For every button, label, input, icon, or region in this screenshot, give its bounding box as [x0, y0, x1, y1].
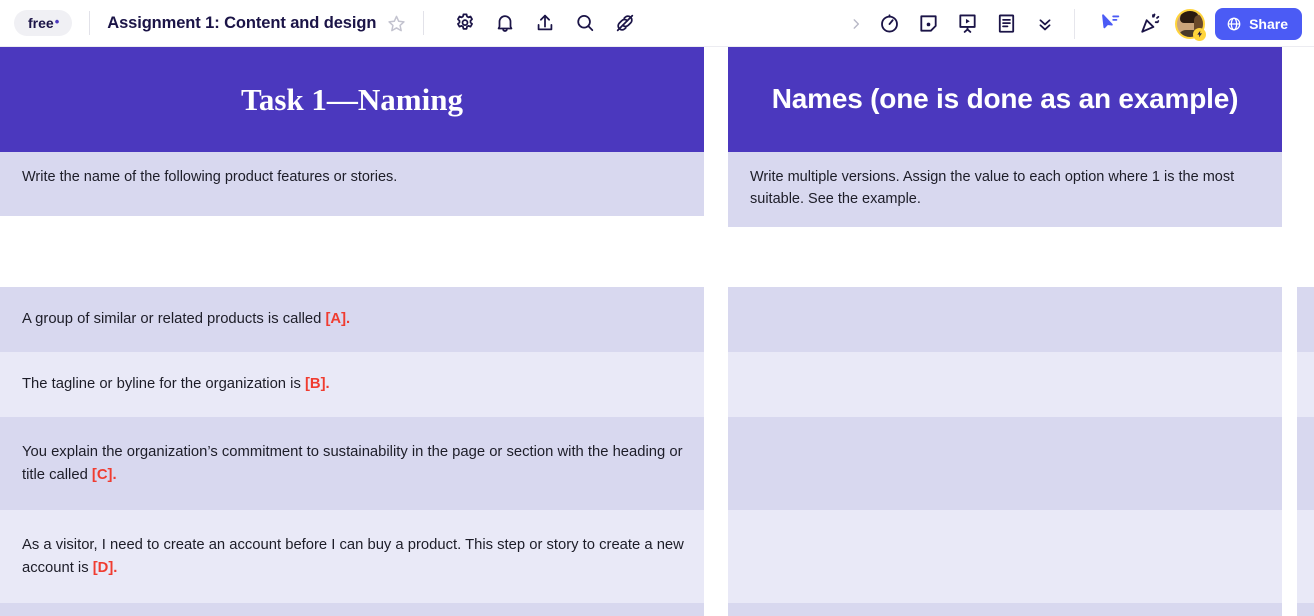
party-popper-icon[interactable] — [1133, 7, 1167, 41]
table-row[interactable] — [1297, 603, 1314, 616]
chevron-right-icon[interactable] — [845, 17, 867, 31]
table-row[interactable] — [728, 510, 1282, 603]
table-row[interactable]: As a visitor, I need to create an accoun… — [0, 510, 704, 603]
row-text-body: You explain the organization’s commitmen… — [22, 444, 683, 483]
names-column-rows: Wishlist (2), Basket (4), Shop later (3)… — [728, 287, 1282, 616]
table-row[interactable] — [1297, 510, 1314, 603]
chevron-double-down-icon[interactable] — [1028, 7, 1062, 41]
share-button-label: Share — [1249, 15, 1288, 32]
share-button[interactable]: Share — [1215, 7, 1302, 40]
task-column-header[interactable]: Task 1—Naming — [0, 47, 704, 152]
task-column-rows: A group of similar or related products i… — [0, 287, 704, 616]
toolbar-icon-group — [448, 6, 642, 40]
names-column-header-title: Names (one is done as an example) — [771, 83, 1239, 115]
upload-icon[interactable] — [528, 6, 562, 40]
plan-badge-label: free — [28, 15, 54, 31]
table-row[interactable]: The tagline or byline for the organizati… — [0, 352, 704, 417]
sticker-icon[interactable] — [911, 7, 945, 41]
table-row[interactable]: You explain the organization’s commitmen… — [0, 417, 704, 510]
row-token: [A]. — [325, 311, 351, 328]
board-canvas[interactable]: Task 1—Naming Write the name of the follo… — [0, 47, 1314, 616]
toolbar-center-group — [845, 0, 1082, 47]
toolbar-divider — [89, 11, 91, 35]
globe-icon — [1226, 16, 1242, 32]
toolbar-divider-2 — [423, 11, 425, 35]
table-row[interactable]: Wishlist (2), Basket (4), Shop later (3)… — [728, 603, 1282, 616]
third-column-rows — [1297, 287, 1314, 616]
row-token: [D]. — [92, 559, 118, 576]
row-token: [C]. — [91, 466, 117, 483]
plugin-icon[interactable] — [608, 6, 642, 40]
table-row[interactable]: Customers can save a product and they wi… — [0, 603, 704, 616]
gear-icon[interactable] — [448, 6, 482, 40]
row-text: The tagline or byline for the organizati… — [22, 373, 330, 395]
document-title[interactable]: Assignment 1: Content and design — [107, 14, 376, 33]
plan-badge-dot: • — [54, 14, 60, 29]
task-column-header-title: Task 1—Naming — [241, 81, 463, 117]
toolbar-left-group: free • Assignment 1: Content and design — [0, 0, 642, 46]
row-text-body: A group of similar or related products i… — [22, 311, 326, 328]
table-row[interactable] — [1297, 287, 1314, 352]
table-row[interactable] — [1297, 352, 1314, 417]
presentation-icon[interactable] — [950, 7, 984, 41]
row-text-body: The tagline or byline for the organizati… — [22, 376, 305, 393]
bell-icon[interactable] — [488, 6, 522, 40]
row-text-body: As a visitor, I need to create an accoun… — [22, 537, 684, 576]
row-token: [B]. — [304, 376, 330, 393]
row-text: You explain the organization’s commitmen… — [22, 441, 684, 486]
timer-icon[interactable] — [872, 7, 906, 41]
names-column[interactable]: Names (one is done as an example) Write m… — [728, 47, 1282, 616]
row-text: A group of similar or related products i… — [22, 308, 350, 330]
names-column-header[interactable]: Names (one is done as an example) — [728, 47, 1282, 152]
top-toolbar: free• Assignment 1: Content and design — [0, 0, 1314, 47]
task-column[interactable]: Task 1—Naming Write the name of the follo… — [0, 47, 704, 616]
table-row[interactable]: A group of similar or related products i… — [0, 287, 704, 352]
task-column-subtitle[interactable]: Write the name of the following product … — [0, 152, 704, 216]
search-icon[interactable] — [568, 6, 602, 40]
table-row[interactable] — [1297, 417, 1314, 510]
row-text: As a visitor, I need to create an accoun… — [22, 534, 684, 579]
star-icon[interactable] — [387, 14, 406, 33]
cursor-icon[interactable] — [1093, 7, 1127, 41]
avatar[interactable] — [1175, 8, 1207, 41]
table-row[interactable] — [728, 352, 1282, 417]
avatar-bolt-badge — [1193, 27, 1207, 41]
toolbar-right-group: Share — [1093, 0, 1302, 47]
toolbar-separator — [1074, 8, 1075, 39]
names-column-subtitle[interactable]: Write multiple versions. Assign the valu… — [728, 152, 1282, 227]
plan-badge[interactable]: free • — [14, 10, 73, 36]
notes-icon[interactable] — [989, 7, 1023, 41]
table-row[interactable] — [728, 287, 1282, 352]
table-row[interactable] — [728, 417, 1282, 510]
